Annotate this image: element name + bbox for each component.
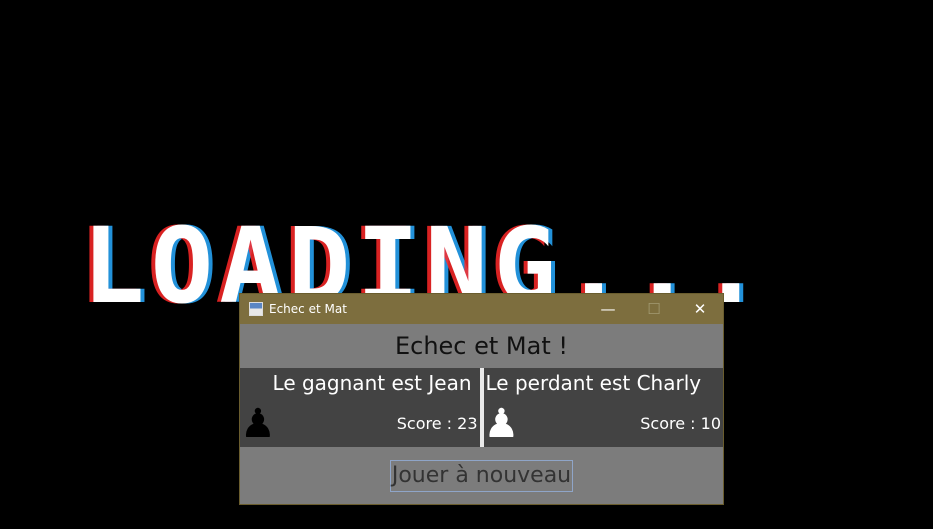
winner-label: Le gagnant est Jean — [272, 371, 472, 395]
loser-panel: Le perdant est Charly ♟ Score : 10 — [483, 368, 723, 447]
black-pawn-icon: ♟ — [240, 401, 276, 447]
title-bar[interactable]: Echec et Mat — ☐ ✕ — [240, 294, 723, 324]
dialog-heading: Echec et Mat ! — [394, 332, 569, 360]
winner-panel: Le gagnant est Jean ♟ Score : 23 — [240, 368, 480, 447]
game-over-dialog: Echec et Mat — ☐ ✕ Echec et Mat ! Le gag… — [239, 293, 724, 505]
minimize-button[interactable]: — — [585, 294, 631, 324]
white-pawn-icon: ♟ — [483, 401, 520, 447]
maximize-button[interactable]: ☐ — [631, 294, 677, 324]
close-button[interactable]: ✕ — [677, 294, 723, 324]
results-panels: Le gagnant est Jean ♟ Score : 23 Le perd… — [240, 368, 723, 447]
loser-score: Score : 10 — [640, 414, 721, 433]
loser-label: Le perdant est Charly — [485, 371, 702, 395]
window-title: Echec et Mat — [269, 302, 347, 316]
dialog-footer: Jouer à nouveau — [240, 447, 723, 504]
play-again-button[interactable]: Jouer à nouveau — [389, 459, 574, 492]
winner-score: Score : 23 — [396, 414, 478, 433]
java-app-icon — [249, 302, 263, 316]
